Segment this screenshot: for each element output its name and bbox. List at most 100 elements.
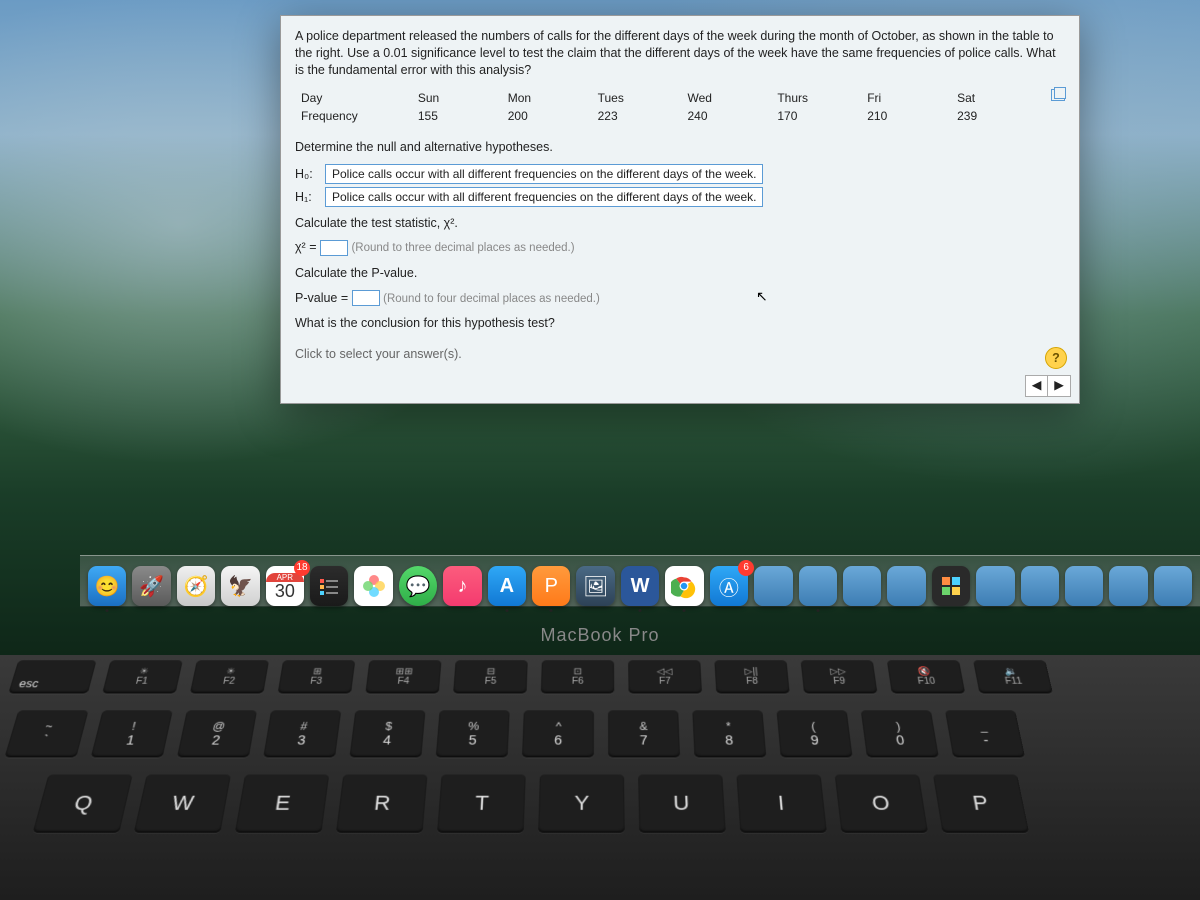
key-y[interactable]: Y <box>538 774 625 832</box>
step-hypotheses: Determine the null and alternative hypot… <box>295 139 1065 156</box>
dock: 😊 🚀 🧭 🦅 APR 30 18 💬 ♪ A P 🖼 W Ⓐ 6 <box>80 555 1200 607</box>
question-window: A police department released the numbers… <box>280 15 1080 404</box>
dock-photos[interactable] <box>354 566 392 606</box>
dock-safari[interactable]: 🧭 <box>177 566 215 606</box>
data-table: Day Frequency Sun155 Mon200 Tues223 Wed2… <box>295 89 1065 125</box>
chi-hint: (Round to three decimal places as needed… <box>351 242 574 254</box>
key-0[interactable]: )0 <box>861 710 939 757</box>
nav-next-button[interactable]: ▶ <box>1048 376 1070 396</box>
dock-launchpad[interactable]: 🚀 <box>132 566 170 606</box>
col-tues: Tues <box>592 89 682 107</box>
dock-calculator[interactable] <box>932 566 970 606</box>
dock-music[interactable]: ♪ <box>443 566 481 606</box>
click-prompt[interactable]: Click to select your answer(s). <box>295 346 1065 363</box>
key-f8[interactable]: ▷||F8 <box>714 660 789 693</box>
calendar-day: 30 <box>275 582 295 600</box>
key-p[interactable]: P <box>933 774 1029 832</box>
dock-messages[interactable]: 💬 <box>399 566 437 606</box>
calendar-badge: 18 <box>294 560 310 576</box>
dock-app-2[interactable] <box>799 566 837 606</box>
key-9[interactable]: (9 <box>776 710 852 757</box>
key-o[interactable]: O <box>835 774 928 832</box>
nav-prev-button[interactable]: ◀ <box>1026 376 1048 396</box>
h1-dropdown[interactable]: Police calls occur with all different fr… <box>325 187 763 207</box>
key-7[interactable]: &7 <box>608 710 680 757</box>
key-dash[interactable]: _- <box>945 710 1025 757</box>
keyboard: esc ☀F1 ☀F2 ⊞F3 ⊞⊞F4 ⊟F5 ⊡F6 ◁◁F7 ▷||F8 … <box>0 655 1200 900</box>
dock-app-1[interactable] <box>754 566 792 606</box>
nav-arrows: ◀ ▶ <box>1025 375 1071 397</box>
dock-app-5[interactable] <box>976 566 1014 606</box>
key-t[interactable]: T <box>437 774 526 832</box>
h1-label: H₁: <box>295 190 321 204</box>
val-sun: 155 <box>412 107 502 125</box>
dock-chrome[interactable] <box>665 566 703 606</box>
key-f10[interactable]: 🔇F10 <box>887 660 965 693</box>
h0-label: H₀: <box>295 167 321 181</box>
pvalue-input[interactable] <box>352 290 380 306</box>
key-f3[interactable]: ⊞F3 <box>278 660 356 693</box>
val-fri: 210 <box>861 107 951 125</box>
val-tues: 223 <box>592 107 682 125</box>
val-wed: 240 <box>681 107 771 125</box>
pvalue-label: P-value = <box>295 291 348 305</box>
help-button[interactable]: ? <box>1045 347 1067 369</box>
dock-pages[interactable]: P <box>532 566 570 606</box>
key-f6[interactable]: ⊡F6 <box>541 660 614 693</box>
step-pvalue: Calculate the P-value. <box>295 265 1065 282</box>
val-sat: 239 <box>951 107 1041 125</box>
dock-mail[interactable]: 🦅 <box>221 566 259 606</box>
key-5[interactable]: %5 <box>436 710 510 757</box>
key-4[interactable]: $4 <box>349 710 425 757</box>
key-esc[interactable]: esc <box>8 660 96 693</box>
key-f11[interactable]: 🔉F11 <box>973 660 1053 693</box>
dock-calendar[interactable]: APR 30 18 <box>266 566 304 606</box>
dock-finder[interactable]: 😊 <box>88 566 126 606</box>
key-u[interactable]: U <box>638 774 726 832</box>
col-sat: Sat <box>951 89 1041 107</box>
dock-app-6[interactable] <box>1021 566 1059 606</box>
chrome-icon <box>671 573 697 599</box>
step-conclusion: What is the conclusion for this hypothes… <box>295 315 1065 332</box>
col-thurs: Thurs <box>771 89 861 107</box>
row-label-day: Day <box>295 89 412 107</box>
key-f2[interactable]: ☀F2 <box>190 660 269 693</box>
row-label-freq: Frequency <box>295 107 412 125</box>
chi-label: χ² = <box>295 240 317 254</box>
h0-dropdown[interactable]: Police calls occur with all different fr… <box>325 164 763 184</box>
key-2[interactable]: @2 <box>177 710 257 757</box>
dock-reminders[interactable] <box>310 566 348 606</box>
key-i[interactable]: I <box>736 774 827 832</box>
dock-app-7[interactable] <box>1065 566 1103 606</box>
dock-word[interactable]: W <box>621 566 659 606</box>
key-3[interactable]: #3 <box>263 710 341 757</box>
key-w[interactable]: W <box>134 774 231 832</box>
dock-app-3[interactable] <box>843 566 881 606</box>
key-f9[interactable]: ▷▷F9 <box>801 660 878 693</box>
key-tilde[interactable]: ~` <box>4 710 88 757</box>
key-f4[interactable]: ⊞⊞F4 <box>365 660 441 693</box>
key-f7[interactable]: ◁◁F7 <box>628 660 702 693</box>
col-fri: Fri <box>861 89 951 107</box>
dock-app-9[interactable] <box>1154 566 1192 606</box>
dock-appstore[interactable]: A <box>488 566 526 606</box>
cursor-icon: ↖ <box>756 288 768 305</box>
laptop-label: MacBook Pro <box>0 625 1200 646</box>
key-8[interactable]: *8 <box>692 710 766 757</box>
dock-app-8[interactable] <box>1109 566 1147 606</box>
col-wed: Wed <box>681 89 771 107</box>
key-f5[interactable]: ⊟F5 <box>453 660 528 693</box>
dock-app-4[interactable] <box>887 566 925 606</box>
val-mon: 200 <box>502 107 592 125</box>
key-6[interactable]: ^6 <box>522 710 594 757</box>
key-1[interactable]: !1 <box>91 710 173 757</box>
key-q[interactable]: Q <box>33 774 133 832</box>
dock-preview[interactable]: 🖼 <box>576 566 614 606</box>
chi-input[interactable] <box>320 240 348 256</box>
dock-appstore2[interactable]: Ⓐ 6 <box>710 566 748 606</box>
question-prompt: A police department released the numbers… <box>295 28 1065 79</box>
key-e[interactable]: E <box>235 774 329 832</box>
key-r[interactable]: R <box>336 774 428 832</box>
key-f1[interactable]: ☀F1 <box>102 660 183 693</box>
copy-icon[interactable] <box>1051 89 1065 101</box>
